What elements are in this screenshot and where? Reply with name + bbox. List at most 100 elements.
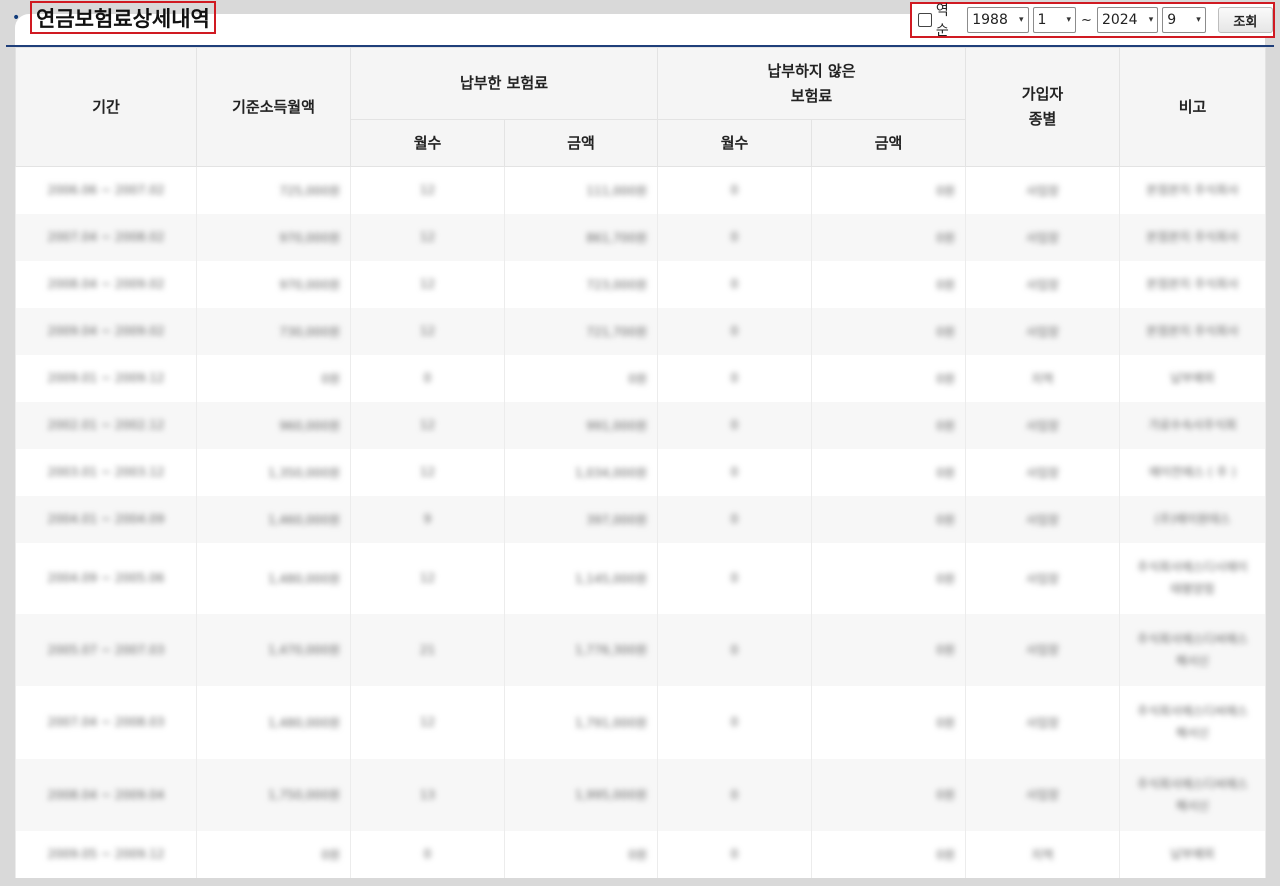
cell-period-text: 2009.05 ~ 2009.12 bbox=[47, 847, 165, 861]
cell-paid-months-text: 12 bbox=[419, 571, 436, 585]
cell-paid-amount: 723,000원 bbox=[504, 260, 658, 308]
chevron-down-icon: ▾ bbox=[1018, 15, 1024, 25]
cell-unpaid-amount: 0원 bbox=[811, 830, 966, 878]
section-title-text: 연금보험료상세내역 bbox=[36, 6, 210, 31]
cell-period: 2004.01 ~ 2004.09 bbox=[15, 495, 197, 543]
cell-base-income-text: 970,000원 bbox=[279, 230, 340, 245]
cell-period-text: 2003.01 ~ 2003.12 bbox=[47, 465, 165, 479]
cell-member-type-text: 지역 bbox=[1031, 847, 1054, 862]
cell-unpaid-months: 0 bbox=[657, 542, 812, 614]
cell-paid-amount-text: 1,995,000원 bbox=[574, 788, 647, 802]
cell-base-income-text: 960,000원 bbox=[279, 418, 340, 433]
cell-member-type: 사업장 bbox=[965, 613, 1120, 686]
cell-period: 2009.04 ~ 2009.02 bbox=[15, 307, 197, 355]
cell-unpaid-months-text: 0 bbox=[730, 465, 739, 479]
cell-base-income: 1,750,000원 bbox=[196, 758, 351, 831]
start-year-value: 1988 bbox=[972, 12, 1008, 28]
cell-paid-months: 12 bbox=[350, 685, 505, 759]
cell-remark: 납부예외 bbox=[1119, 830, 1266, 878]
cell-unpaid-months-text: 0 bbox=[730, 847, 739, 861]
start-month-value: 1 bbox=[1037, 12, 1047, 28]
cell-unpaid-amount: 0원 bbox=[811, 613, 966, 686]
table-row: 2007.04 ~ 2008.02 970,000원 12 861,700원 0 0원 사업… bbox=[15, 213, 1266, 261]
cell-member-type: 사업장 bbox=[965, 401, 1120, 449]
cell-paid-months: 12 bbox=[350, 542, 505, 614]
cell-paid-amount: 1,145,000원 bbox=[504, 542, 658, 614]
header-unpaid-amount: 금액 bbox=[811, 119, 966, 167]
cell-paid-amount-text: 1,145,000원 bbox=[574, 571, 647, 586]
cell-remark-text: 본점본지 주식회사 bbox=[1146, 230, 1239, 244]
cell-member-type-text: 사업장 bbox=[1025, 183, 1060, 198]
cell-unpaid-months-text: 0 bbox=[730, 512, 739, 526]
cell-unpaid-months: 0 bbox=[657, 758, 812, 831]
cell-paid-months-text: 12 bbox=[419, 277, 436, 291]
cell-paid-amount: 721,700원 bbox=[504, 307, 658, 355]
table-row: 2004.01 ~ 2004.09 1,460,000원 9 397,000원 0 0원 사… bbox=[15, 495, 1266, 543]
end-year-select[interactable]: 2024 ▾ bbox=[1096, 7, 1159, 33]
cell-unpaid-amount-text: 0원 bbox=[936, 324, 955, 339]
cell-unpaid-months: 0 bbox=[657, 213, 812, 261]
start-year-select[interactable]: 1988 ▾ bbox=[967, 7, 1029, 33]
header-member-type-line2: 종별 bbox=[1028, 110, 1057, 128]
cell-base-income-text: 1,750,000원 bbox=[267, 788, 340, 802]
cell-base-income-text: 1,350,000원 bbox=[267, 465, 340, 480]
header-base-income: 기준소득월액 bbox=[196, 47, 351, 167]
cell-member-type-text: 사업장 bbox=[1025, 324, 1060, 339]
cell-remark-text: 주식회사에스디씨에스 해서신 bbox=[1137, 776, 1248, 813]
cell-remark-text: 납부예외 bbox=[1170, 847, 1215, 861]
cell-unpaid-amount-text: 0원 bbox=[936, 183, 955, 198]
cell-paid-months: 9 bbox=[350, 495, 505, 543]
end-month-select[interactable]: 9 ▾ bbox=[1162, 7, 1206, 33]
cell-unpaid-amount-text: 0원 bbox=[936, 371, 955, 386]
cell-paid-amount-text: 1,776,300원 bbox=[574, 643, 647, 657]
cell-remark: 주식회사에스디시에이 태평양점 bbox=[1119, 542, 1266, 614]
cell-remark-text: 본점본지 주식회사 bbox=[1146, 183, 1239, 198]
cell-period-text: 2004.09 ~ 2005.06 bbox=[47, 571, 165, 585]
reverse-order-checkbox[interactable] bbox=[918, 13, 932, 27]
cell-period-text: 2004.01 ~ 2004.09 bbox=[47, 512, 165, 526]
cell-unpaid-months: 0 bbox=[657, 166, 812, 214]
cell-period-text: 2006.06 ~ 2007.02 bbox=[47, 183, 165, 198]
cell-unpaid-amount: 0원 bbox=[811, 448, 966, 496]
search-button[interactable]: 조회 bbox=[1217, 7, 1274, 33]
cell-period-text: 2007.04 ~ 2008.02 bbox=[47, 230, 165, 244]
cell-unpaid-amount-text: 0원 bbox=[936, 715, 955, 730]
cell-period-text: 2007.04 ~ 2008.03 bbox=[47, 715, 165, 729]
cell-unpaid-months-text: 0 bbox=[730, 571, 739, 585]
cell-remark-text: 주식회사에스디시에이 태평양점 bbox=[1137, 560, 1248, 596]
cell-unpaid-months: 0 bbox=[657, 354, 812, 402]
cell-member-type: 지역 bbox=[965, 354, 1120, 402]
cell-unpaid-amount: 0원 bbox=[811, 495, 966, 543]
header-member-type: 가입자 종별 bbox=[965, 47, 1120, 167]
cell-unpaid-months: 0 bbox=[657, 260, 812, 308]
cell-unpaid-months: 0 bbox=[657, 613, 812, 686]
cell-paid-months-text: 13 bbox=[419, 787, 436, 802]
cell-member-type-text: 사업장 bbox=[1025, 465, 1060, 480]
cell-unpaid-amount-text: 0원 bbox=[936, 847, 955, 862]
cell-base-income-text: 1,480,000원 bbox=[267, 715, 340, 730]
cell-member-type: 사업장 bbox=[965, 448, 1120, 496]
bullet-icon: • bbox=[12, 10, 21, 26]
table-row: 2009.05 ~ 2009.12 0원 0 0원 0 0원 지역 납부예외 bbox=[15, 830, 1266, 878]
cell-remark: 주식회사에스디씨에스 해서신 bbox=[1119, 685, 1266, 759]
header-paid: 납부한 보험료 bbox=[350, 47, 658, 120]
cell-unpaid-months: 0 bbox=[657, 401, 812, 449]
header-period: 기간 bbox=[15, 47, 197, 167]
cell-unpaid-amount: 0원 bbox=[811, 542, 966, 614]
header-member-type-line1: 가입자 bbox=[1021, 85, 1064, 103]
header-unpaid-line1: 납부하지 않은 bbox=[767, 61, 856, 80]
cell-unpaid-amount-text: 0원 bbox=[936, 643, 955, 657]
cell-period: 2004.09 ~ 2005.06 bbox=[15, 542, 197, 614]
cell-paid-months-text: 12 bbox=[419, 183, 436, 198]
cell-unpaid-months-text: 0 bbox=[730, 787, 739, 802]
cell-unpaid-months-text: 0 bbox=[730, 183, 739, 198]
cell-base-income-text: 0원 bbox=[321, 371, 340, 386]
cell-member-type: 사업장 bbox=[965, 307, 1120, 355]
cell-remark-text: 본점본지 주식회사 bbox=[1146, 324, 1239, 338]
cell-remark-text: 가로수속사주식회 bbox=[1148, 418, 1237, 432]
start-month-select[interactable]: 1 ▾ bbox=[1032, 7, 1077, 33]
cell-paid-amount: 991,000원 bbox=[504, 401, 658, 449]
header-unpaid: 납부하지 않은 보험료 bbox=[657, 47, 966, 120]
cell-period: 2009.05 ~ 2009.12 bbox=[15, 830, 197, 878]
end-year-value: 2024 bbox=[1101, 12, 1138, 28]
